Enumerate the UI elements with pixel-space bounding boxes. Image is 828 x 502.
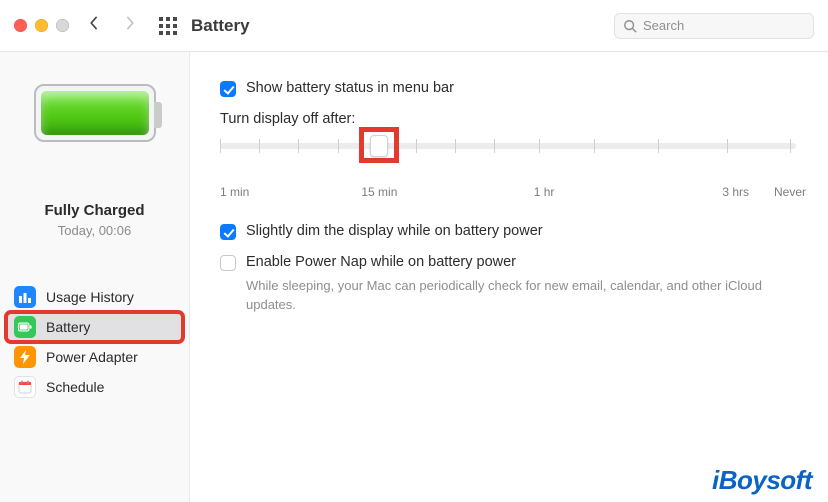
power-nap-help: While sleeping, your Mac can periodicall… bbox=[246, 277, 786, 315]
bolt-icon bbox=[14, 346, 36, 368]
battery-icon bbox=[14, 316, 36, 338]
slider-thumb[interactable] bbox=[370, 135, 388, 157]
dim-display-label: Slightly dim the display while on batter… bbox=[246, 223, 543, 239]
bar-chart-icon bbox=[14, 286, 36, 308]
power-nap-row: Enable Power Nap while on battery power bbox=[220, 254, 806, 271]
sidebar-item-power-adapter[interactable]: Power Adapter bbox=[6, 342, 183, 372]
dim-display-row: Slightly dim the display while on batter… bbox=[220, 223, 806, 240]
show-status-label: Show battery status in menu bar bbox=[246, 80, 454, 96]
slider-ticks bbox=[220, 139, 796, 153]
search-icon bbox=[623, 19, 637, 33]
power-nap-checkbox[interactable] bbox=[220, 255, 236, 271]
sidebar-items: Usage History Battery Power Adapter Sche… bbox=[0, 282, 189, 402]
caption-1min: 1 min bbox=[220, 185, 249, 199]
nav-buttons bbox=[87, 16, 137, 35]
dim-display-checkbox[interactable] bbox=[220, 224, 236, 240]
watermark: iBoysoft bbox=[712, 465, 812, 496]
forward-button[interactable] bbox=[123, 16, 137, 30]
show-status-row: Show battery status in menu bar bbox=[220, 80, 806, 97]
battery-status-title: Fully Charged bbox=[44, 202, 144, 219]
content-pane: Show battery status in menu bar Turn dis… bbox=[190, 52, 828, 502]
sidebar: Fully Charged Today, 00:06 Usage History… bbox=[0, 52, 190, 502]
search-field[interactable] bbox=[614, 13, 814, 39]
window-controls bbox=[14, 19, 69, 32]
caption-1hr: 1 hr bbox=[534, 185, 555, 199]
search-input[interactable] bbox=[643, 18, 805, 33]
sidebar-item-battery[interactable]: Battery bbox=[6, 312, 183, 342]
display-off-slider[interactable] bbox=[220, 135, 806, 179]
sidebar-item-label: Schedule bbox=[46, 379, 104, 395]
sidebar-item-label: Battery bbox=[46, 319, 90, 335]
caption-3hrs: 3 hrs bbox=[722, 185, 749, 199]
power-nap-label: Enable Power Nap while on battery power bbox=[246, 254, 516, 270]
sidebar-item-label: Power Adapter bbox=[46, 349, 138, 365]
page-title: Battery bbox=[191, 16, 250, 36]
close-window-button[interactable] bbox=[14, 19, 27, 32]
battery-graphic bbox=[34, 84, 156, 142]
back-button[interactable] bbox=[87, 16, 101, 35]
calendar-icon bbox=[14, 376, 36, 398]
show-all-prefs-button[interactable] bbox=[159, 17, 177, 35]
caption-15min: 15 min bbox=[361, 185, 397, 199]
slider-captions: 1 min 15 min 1 hr 3 hrs Never bbox=[220, 185, 806, 203]
show-status-checkbox[interactable] bbox=[220, 81, 236, 97]
sidebar-item-usage-history[interactable]: Usage History bbox=[6, 282, 183, 312]
minimize-window-button[interactable] bbox=[35, 19, 48, 32]
battery-status: Fully Charged Today, 00:06 bbox=[44, 202, 144, 238]
sidebar-item-label: Usage History bbox=[46, 289, 134, 305]
battery-status-time: Today, 00:06 bbox=[44, 223, 144, 238]
slider-label: Turn display off after: bbox=[220, 111, 806, 127]
sidebar-item-schedule[interactable]: Schedule bbox=[6, 372, 183, 402]
caption-never: Never bbox=[774, 185, 806, 199]
zoom-window-button[interactable] bbox=[56, 19, 69, 32]
toolbar: Battery bbox=[0, 0, 828, 52]
